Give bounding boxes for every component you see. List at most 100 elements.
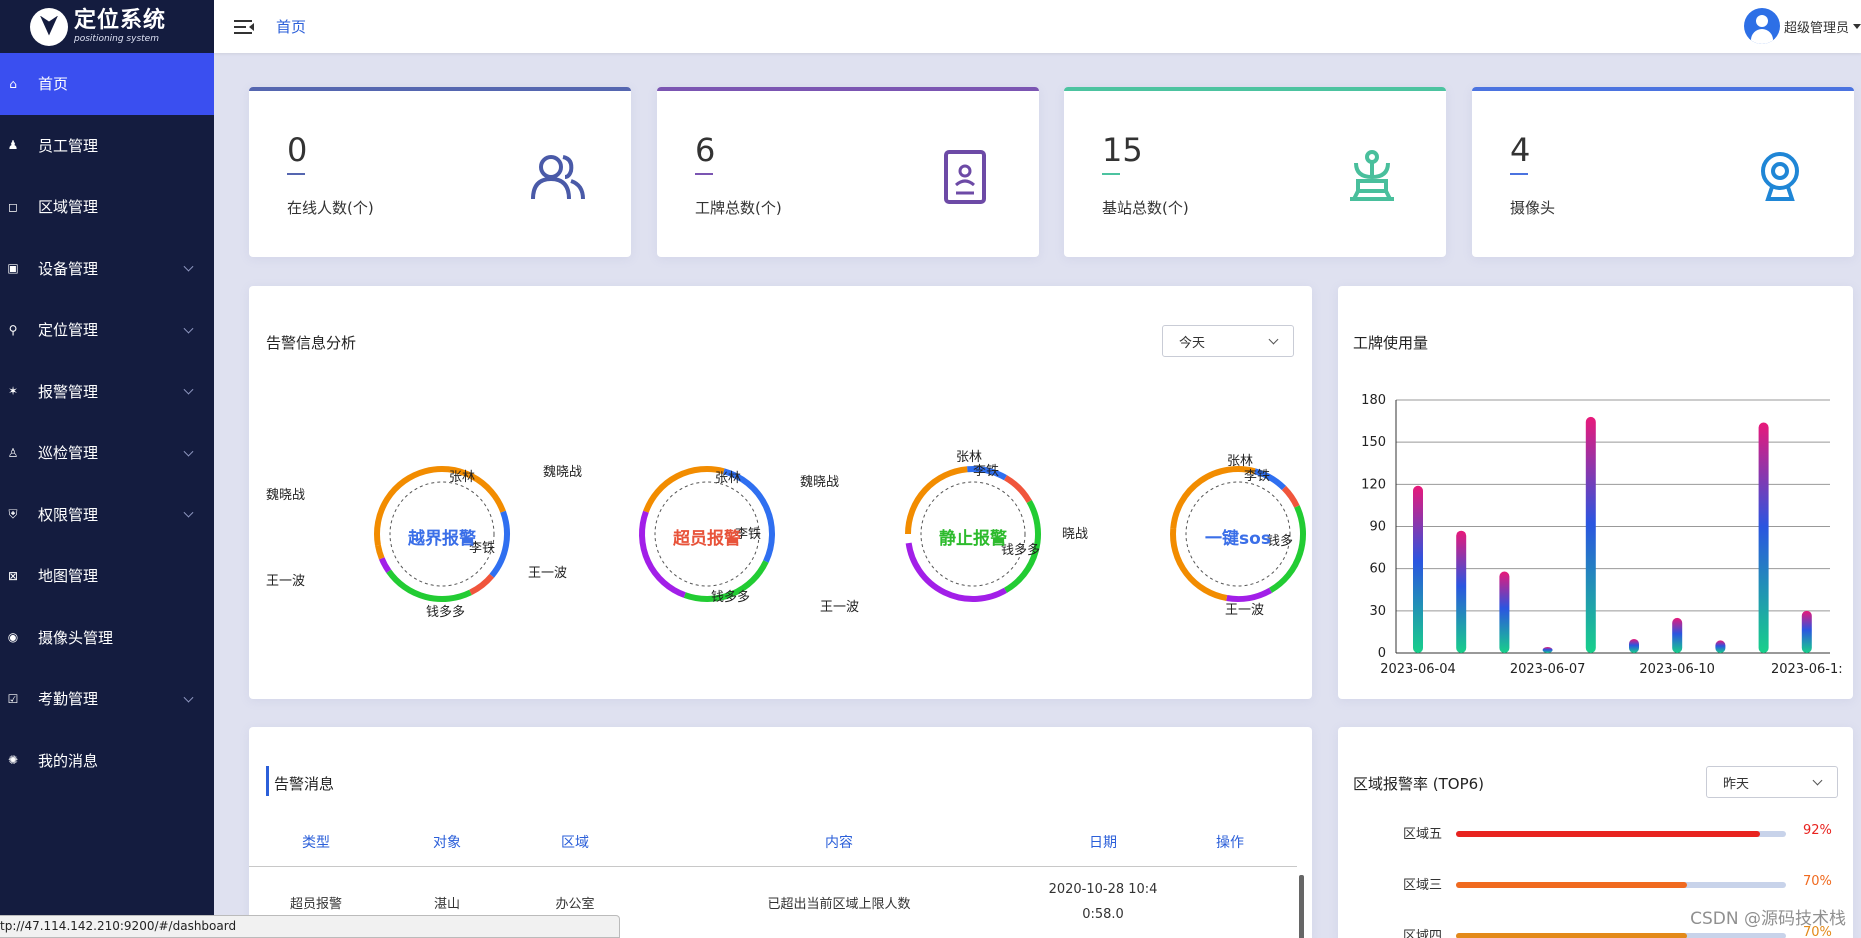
caret-down-icon <box>1853 23 1861 29</box>
sidebar-item-label: 地图管理 <box>38 567 99 586</box>
bar <box>1672 617 1683 653</box>
cell-content: 已超出当前区域上限人数 <box>767 897 911 912</box>
bar <box>1413 485 1423 653</box>
ring-segment <box>1281 485 1300 508</box>
progress-fill <box>1456 882 1687 888</box>
ring-label: 晓战 <box>1062 527 1089 542</box>
ring-segment <box>1003 475 1032 504</box>
column-header[interactable]: 区域 <box>561 832 589 852</box>
column-header[interactable]: 内容 <box>825 832 853 852</box>
y-tick-label: 180 <box>1361 393 1386 408</box>
sidebar-item[interactable]: ♙ 巡检管理 <box>0 422 214 484</box>
ring-label: 魏晓战 <box>266 488 306 503</box>
column-header[interactable]: 类型 <box>302 832 330 852</box>
ring-center-label: 一键sos <box>1205 529 1271 549</box>
ring-segment <box>386 569 472 602</box>
sidebar-item[interactable]: ⌂ 首页 <box>0 53 214 115</box>
badge-usage-panel: 工牌使用量 0 30 60 90 120 150 180 2023-06-04 2023-06-… <box>1338 286 1853 699</box>
logo-subtitle: positioning system <box>74 33 159 44</box>
ring-label: 王一波 <box>266 574 306 589</box>
sidebar-item[interactable]: ◉ 摄像头管理 <box>0 607 214 669</box>
bar <box>1801 610 1812 653</box>
chevron-down-icon <box>183 261 194 272</box>
progress-track <box>1456 831 1786 837</box>
ring-label: 李铁 <box>973 464 1000 479</box>
chevron-down-icon <box>183 507 194 518</box>
stat-card-cameras: 4 摄像头 <box>1472 87 1854 257</box>
stat-card-badges: 6 工牌总数(个) <box>657 87 1039 257</box>
sidebar-item[interactable]: ☑ 考勤管理 <box>0 668 214 730</box>
card-accent <box>1472 87 1854 91</box>
logo-title: 定位系统 <box>74 7 167 33</box>
menu-toggle-icon[interactable] <box>234 19 254 35</box>
sidebar-item[interactable]: ✺ 我的消息 <box>0 730 214 792</box>
progress-track <box>1456 882 1786 888</box>
sidebar-item[interactable]: ♟ 员工管理 <box>0 115 214 177</box>
sidebar: 定位系统 positioning system ⌂ 首页 ♟ 员工管理 ◻ 区域管理 ▣ 设备… <box>0 0 214 938</box>
patrol-icon: ♙ <box>7 445 19 460</box>
y-tick-label: 120 <box>1361 477 1386 492</box>
sidebar-item-label: 考勤管理 <box>38 690 99 709</box>
y-tick-label: 90 <box>1369 520 1386 535</box>
stat-label: 工牌总数(个) <box>695 199 782 217</box>
region-label: 区域三 <box>1403 878 1443 893</box>
stat-card-stations: 15 基站总数(个) <box>1064 87 1446 257</box>
ring-segment <box>469 573 495 596</box>
base-station-icon <box>1350 150 1394 201</box>
webcam-icon <box>1761 152 1799 201</box>
location-pin-icon: ⚲ <box>8 322 18 337</box>
user-menu[interactable]: 超级管理员 <box>1743 8 1861 44</box>
period-select[interactable]: 昨天 <box>1706 766 1838 798</box>
chevron-down-icon <box>183 384 194 395</box>
logo[interactable]: 定位系统 positioning system <box>0 0 214 53</box>
sidebar-item-label: 员工管理 <box>38 136 99 155</box>
sidebar-item[interactable]: ✶ 报警管理 <box>0 361 214 423</box>
people-icon <box>531 155 585 200</box>
bar <box>1629 638 1639 653</box>
avatar <box>1743 8 1780 44</box>
device-icon: ▣ <box>7 261 19 276</box>
stat-label: 摄像头 <box>1510 199 1556 217</box>
badge-icon <box>944 150 986 204</box>
sidebar-item-label: 权限管理 <box>38 505 99 524</box>
breadcrumb[interactable]: 首页 <box>276 16 306 37</box>
sidebar-item-label: 区域管理 <box>38 198 99 217</box>
y-tick-label: 60 <box>1369 562 1386 577</box>
column-header[interactable]: 操作 <box>1216 832 1244 852</box>
user-name: 超级管理员 <box>1783 20 1849 36</box>
ring-label: 王一波 <box>820 600 860 615</box>
stat-value: 15 <box>1102 131 1143 169</box>
sidebar-item-label: 我的消息 <box>38 751 99 770</box>
home-icon: ⌂ <box>9 76 17 91</box>
stat-value: 4 <box>1510 131 1531 169</box>
sidebar-item[interactable]: ◻ 区域管理 <box>0 176 214 238</box>
sidebar-item[interactable]: ▣ 设备管理 <box>0 238 214 300</box>
column-header[interactable]: 日期 <box>1089 832 1117 852</box>
ring-label: 张林 <box>449 470 476 485</box>
cell-object: 湛山 <box>433 897 461 912</box>
cell-date: 2020-10-28 10:4 <box>1048 882 1158 897</box>
sidebar-item[interactable]: ⊠ 地图管理 <box>0 545 214 607</box>
region-percent: 70% <box>1803 874 1832 889</box>
ring-segment <box>905 542 1007 602</box>
ring-label: 钱多多 <box>711 590 751 605</box>
ring-center-label: 越界报警 <box>408 529 476 549</box>
progress-track <box>1456 933 1786 938</box>
region-label: 区域五 <box>1403 827 1443 842</box>
sidebar-item[interactable]: ⛨ 权限管理 <box>0 484 214 546</box>
column-header[interactable]: 对象 <box>433 832 461 852</box>
ring-center-label: 超员报警 <box>673 529 741 549</box>
ring-label: 张林 <box>715 471 742 486</box>
shield-icon: ⛨ <box>8 506 18 521</box>
cell-area: 办公室 <box>555 897 595 912</box>
sidebar-item-label: 摄像头管理 <box>38 628 114 647</box>
status-url: tp://47.114.142.210:9200/#/dashboard <box>0 915 620 938</box>
progress-fill <box>1456 831 1760 837</box>
scrollbar[interactable] <box>1299 875 1304 938</box>
cell-type: 超员报警 <box>289 897 343 912</box>
chevron-down-icon <box>183 323 194 334</box>
chevron-down-icon <box>183 446 194 457</box>
stat-card-online: 0 在线人数(个) <box>249 87 631 257</box>
y-tick-label: 0 <box>1378 646 1386 661</box>
sidebar-item[interactable]: ⚲ 定位管理 <box>0 299 214 361</box>
